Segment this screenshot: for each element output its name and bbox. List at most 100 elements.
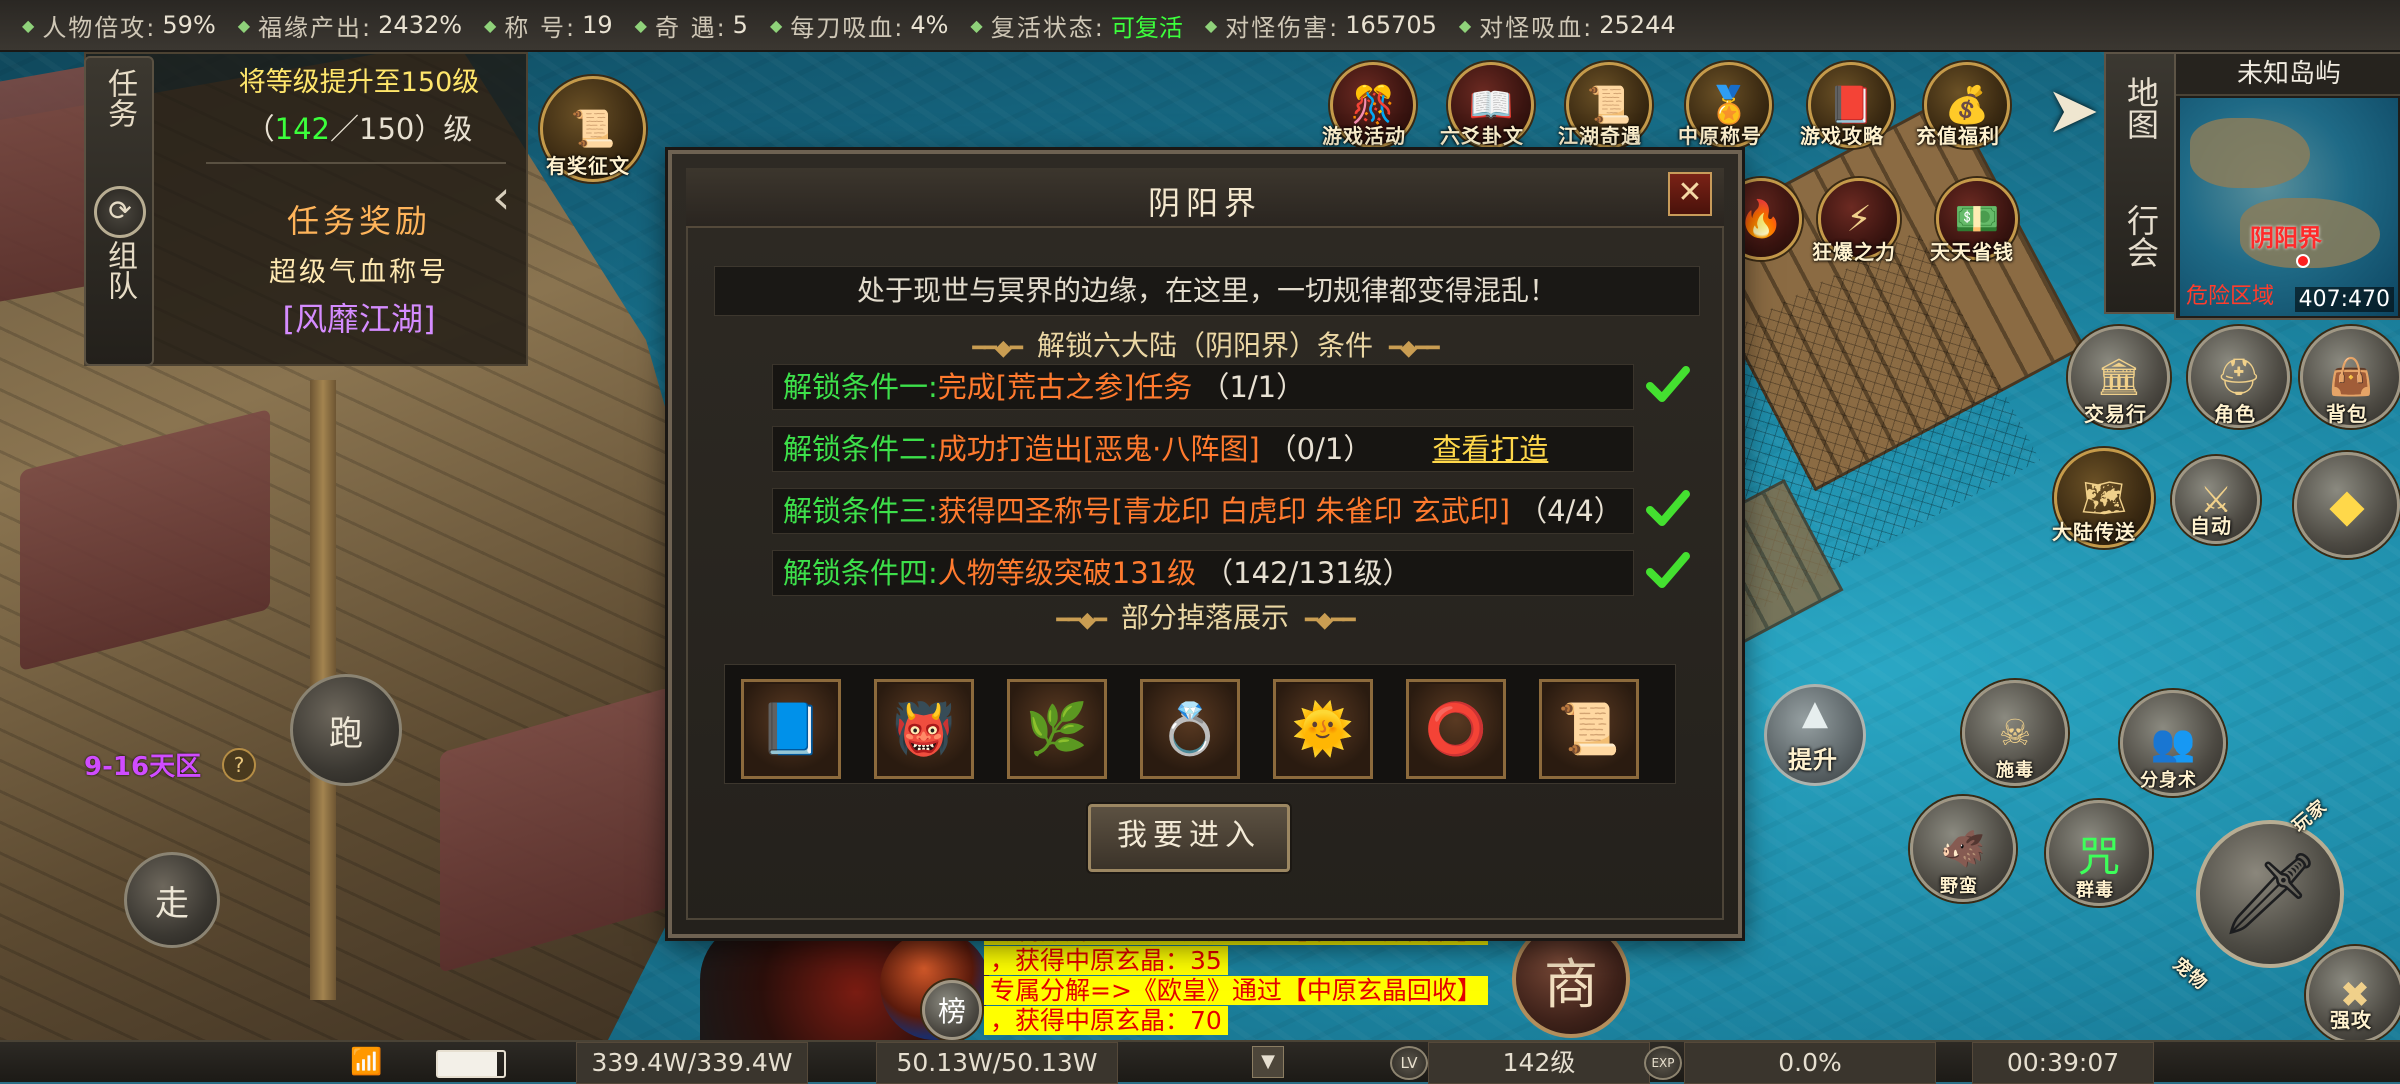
arrow-right-icon[interactable]: ➤ (2046, 74, 2100, 148)
collapse-arrow-icon[interactable]: ‹ (492, 170, 510, 224)
parchment-roll-icon: 📜 (1557, 699, 1621, 758)
exp-badge: EXP (1644, 1046, 1682, 1080)
quest-reward-heading: 任务奖励 (286, 202, 431, 240)
teleport-label: 大陆传送 (2052, 520, 2136, 544)
drop-slot[interactable]: 🌞 (1273, 679, 1373, 779)
drop-slot[interactable]: 📜 (1539, 679, 1639, 779)
dark-ring-icon: 💍 (1158, 699, 1222, 758)
condition-desc: 完成[荒古之参]任务 (937, 370, 1193, 404)
drop-slot[interactable]: 👹 (874, 679, 974, 779)
minimap-land (2190, 118, 2310, 188)
condition-progress: （142/131级） (1204, 556, 1412, 590)
level-readout: 142级 (1428, 1042, 1650, 1084)
player-marker-icon (2296, 254, 2310, 268)
quest-reward-name: 超级气血称号 (269, 257, 449, 288)
upgrade-label: 提升 (1788, 746, 1838, 774)
help-icon[interactable]: ? (222, 748, 256, 782)
wifi-icon: 📶 (350, 1047, 383, 1077)
rank-button[interactable]: 榜 (922, 980, 982, 1040)
scroll-book-icon: 📘 (759, 699, 823, 758)
map-button-label: 地图 (2122, 76, 2160, 140)
tab-task[interactable]: 任务 (86, 68, 152, 138)
event2-label: 狂爆之力 (1812, 240, 1896, 264)
minimap[interactable]: 未知岛屿 阴阳界 危险区域 407:470 (2174, 52, 2400, 320)
ornament-left-icon: ━━◆━ (1056, 608, 1107, 633)
drop-slot[interactable]: ⭕ (1406, 679, 1506, 779)
diamond-bullet-icon: ◆ (970, 15, 983, 35)
status-stat: ◆ 对怪伤害: 165705 (1205, 8, 1437, 43)
run-button[interactable]: 跑 (290, 674, 402, 786)
event-label: 六爻卦文 (1440, 124, 1524, 148)
up-arrow-icon: ▲ (1801, 693, 1829, 733)
dialog-description: 处于现世与冥界的边缘，在这里，一切规律都变得混乱！ (714, 266, 1700, 316)
diamond-bullet-icon: ◆ (237, 15, 251, 35)
status-stat: ◆ 奇 遇: 5 (635, 8, 748, 43)
minimap-image[interactable]: 阴阳界 危险区域 407:470 (2180, 98, 2398, 316)
shop-label: 商 (1544, 952, 1598, 1016)
close-button[interactable]: ✕ (1668, 172, 1712, 216)
condition-desc: 成功打造出[恶鬼·八阵图] (937, 432, 1260, 466)
run-label: 跑 (329, 713, 363, 754)
drop-slot[interactable]: 💍 (1140, 679, 1240, 779)
menu-diamond-button[interactable]: ◆ (2294, 452, 2400, 558)
guild-button-label: 行会 (2122, 204, 2160, 268)
status-stat: ◆ 称 号: 19 (484, 8, 613, 43)
condition-progress: （0/1） (1267, 432, 1373, 466)
server-label: 9-16天区 (84, 752, 202, 782)
quest-divider (206, 162, 506, 164)
status-stat: ◆ 对怪吸血: 25244 (1459, 8, 1676, 43)
guild-button[interactable]: 行会 (2106, 204, 2176, 277)
status-stat: ◆ 福缘产出: 2432% (238, 8, 462, 43)
quest-progress-rest: ／150）级 (330, 112, 473, 146)
ornament-right-icon: ━◆━━ (1389, 336, 1440, 361)
exp-readout: 0.0% (1684, 1042, 1936, 1084)
swap-icon[interactable]: ⟳ (94, 186, 146, 238)
chat-message: ，获得中原玄晶：70 (984, 1006, 1228, 1035)
event2-label: 天天省钱 (1930, 240, 2014, 264)
quest-progress: （142／150）级 (204, 106, 514, 148)
map-button[interactable]: 地图 (2106, 76, 2176, 149)
status-stat-label: 称 号: (504, 13, 577, 42)
event-label: 充值福利 (1916, 124, 2000, 148)
chat-message: 专属分解=>《欧皇》通过【中原玄晶回收】 (984, 976, 1488, 1005)
chat-message: ，获得中原玄晶：35 (984, 946, 1228, 975)
ornament-left-icon: ━━◆━ (972, 336, 1023, 361)
condition-row: 解锁条件一:完成[荒古之参]任务 （1/1） (772, 364, 1634, 410)
level-badge: LV (1390, 1046, 1428, 1080)
drop-slot[interactable]: 🌿 (1007, 679, 1107, 779)
walk-button[interactable]: 走 (124, 852, 220, 948)
skill-wild-label: 野蛮 (1940, 876, 1978, 897)
condition-key: 解锁条件二: (783, 432, 938, 466)
condition-key: 解锁条件一: (783, 370, 938, 404)
drop-slot[interactable]: 📘 (741, 679, 841, 779)
quest-tabs: 任务 ⟳ 组队 (84, 56, 154, 366)
status-stat-label: 福缘产出: (258, 13, 373, 42)
quest-progress-current: 142 (274, 112, 330, 146)
quest-progress-open: （ (245, 112, 275, 146)
sun-medallion-icon: 🌞 (1291, 699, 1355, 758)
condition-row: 解锁条件四:人物等级突破131级 （142/131级） (772, 550, 1634, 596)
minimap-danger-label: 危险区域 (2186, 284, 2275, 309)
sword-icon: 🗡 (2219, 847, 2321, 940)
status-stat-value: 19 (582, 11, 613, 39)
status-stat-label: 对怪伤害: (1225, 13, 1340, 42)
chat-log[interactable]: 专属分解=>《狂风》通过【中原玄晶回收】，获得中原玄晶：35专属分解=>《欧皇》… (984, 916, 1502, 1040)
realm-dialog: 阴阳界 ✕ 处于现世与冥界的边缘，在这里，一切规律都变得混乱！ ━━◆━ 解锁六大… (668, 150, 1742, 938)
role-label: 角色 (2214, 402, 2256, 426)
diamond-menu-icon: ◆ (2329, 478, 2365, 532)
dialog-titlebar: 阴阳界 (686, 168, 1724, 228)
diamond-bullet-icon: ◆ (769, 15, 783, 35)
quest-title: 将等级提升至150级 (238, 67, 480, 98)
view-craft-link[interactable]: 查看打造 (1432, 432, 1548, 466)
condition-progress: （4/4） (1518, 494, 1623, 528)
chat-toggle-icon[interactable]: ▼ (1252, 1046, 1284, 1078)
status-stat-value: 可复活 (1110, 13, 1183, 42)
ornament-right-icon: ━◆━━ (1305, 608, 1356, 633)
bottom-bar: 📶 339.4W/339.4W 50.13W/50.13W ▼ LV 142级 … (0, 1040, 2400, 1084)
attack-button[interactable]: 🗡 (2196, 820, 2344, 968)
tab-team[interactable]: 组队 (86, 240, 152, 310)
walk-label: 走 (155, 883, 189, 924)
status-stat-value: 165705 (1345, 11, 1437, 39)
condition-desc: 获得四圣称号[青龙印 白虎印 朱雀印 玄武印] (937, 494, 1511, 528)
enter-button[interactable]: 我要进入 (1088, 804, 1290, 872)
